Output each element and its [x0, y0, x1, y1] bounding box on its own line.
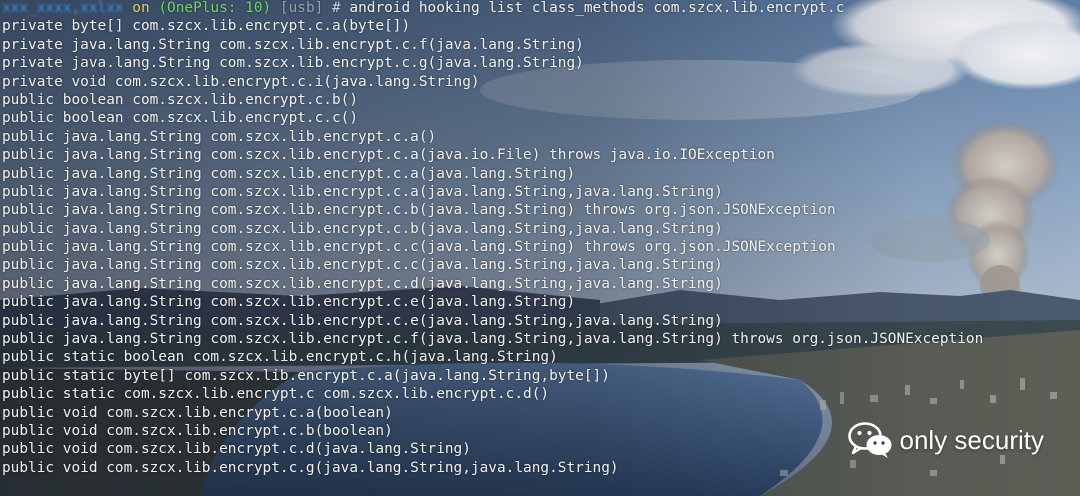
wechat-icon: [847, 422, 891, 458]
method-line: public java.lang.String com.szcx.lib.enc…: [2, 202, 836, 219]
method-line: public void com.szcx.lib.encrypt.c.d(jav…: [2, 441, 471, 458]
method-line: public static boolean com.szcx.lib.encry…: [2, 349, 558, 366]
method-line: public java.lang.String com.szcx.lib.enc…: [2, 331, 984, 348]
method-line: public boolean com.szcx.lib.encrypt.c.b(…: [2, 91, 359, 108]
method-line: public java.lang.String com.szcx.lib.enc…: [2, 183, 723, 200]
method-line: public void com.szcx.lib.encrypt.c.b(boo…: [2, 422, 393, 439]
watermark: only security: [847, 421, 1045, 459]
method-line: public void com.szcx.lib.encrypt.c.g(jav…: [2, 459, 619, 476]
command-prompt-line: xxx_xxxx,xxlxx on (OnePlus: 10) [usb] # …: [2, 0, 983, 17]
prompt-hash: #: [332, 0, 341, 16]
prompt-usb: [usb]: [279, 0, 324, 16]
terminal-output[interactable]: xxx_xxxx,xxlxx on (OnePlus: 10) [usb] # …: [2, 0, 983, 477]
method-line: public java.lang.String com.szcx.lib.enc…: [2, 220, 723, 237]
prompt-device: (OnePlus: 10): [158, 0, 272, 16]
method-line: public java.lang.String com.szcx.lib.enc…: [2, 257, 723, 274]
method-line: private void com.szcx.lib.encrypt.c.i(ja…: [2, 73, 480, 90]
method-line: public boolean com.szcx.lib.encrypt.c.c(…: [2, 110, 359, 127]
method-line: public java.lang.String com.szcx.lib.enc…: [2, 294, 576, 311]
method-line: public java.lang.String com.szcx.lib.enc…: [2, 128, 437, 145]
method-line: public java.lang.String com.szcx.lib.enc…: [2, 165, 576, 182]
method-line: public java.lang.String com.szcx.lib.enc…: [2, 239, 836, 256]
method-line: public static byte[] com.szcx.lib.encryp…: [2, 367, 610, 384]
method-line: public static com.szcx.lib.encrypt.c com…: [2, 386, 550, 403]
prompt-command: android hooking list class_methods com.s…: [349, 0, 845, 16]
prompt-user: xxx_xxxx,xxlxx: [2, 0, 124, 16]
method-line: public java.lang.String com.szcx.lib.enc…: [2, 312, 723, 329]
method-line: public void com.szcx.lib.encrypt.c.a(boo…: [2, 404, 393, 421]
watermark-text: only security: [899, 424, 1045, 455]
terminal-window[interactable]: xxx_xxxx,xxlxx on (OnePlus: 10) [usb] # …: [0, 0, 1080, 496]
method-line: private java.lang.String com.szcx.lib.en…: [2, 55, 584, 72]
method-line: public java.lang.String com.szcx.lib.enc…: [2, 147, 775, 164]
method-line: private byte[] com.szcx.lib.encrypt.c.a(…: [2, 18, 411, 35]
method-line: private java.lang.String com.szcx.lib.en…: [2, 36, 584, 53]
prompt-on: on: [132, 0, 150, 16]
method-line: public java.lang.String com.szcx.lib.enc…: [2, 275, 723, 292]
